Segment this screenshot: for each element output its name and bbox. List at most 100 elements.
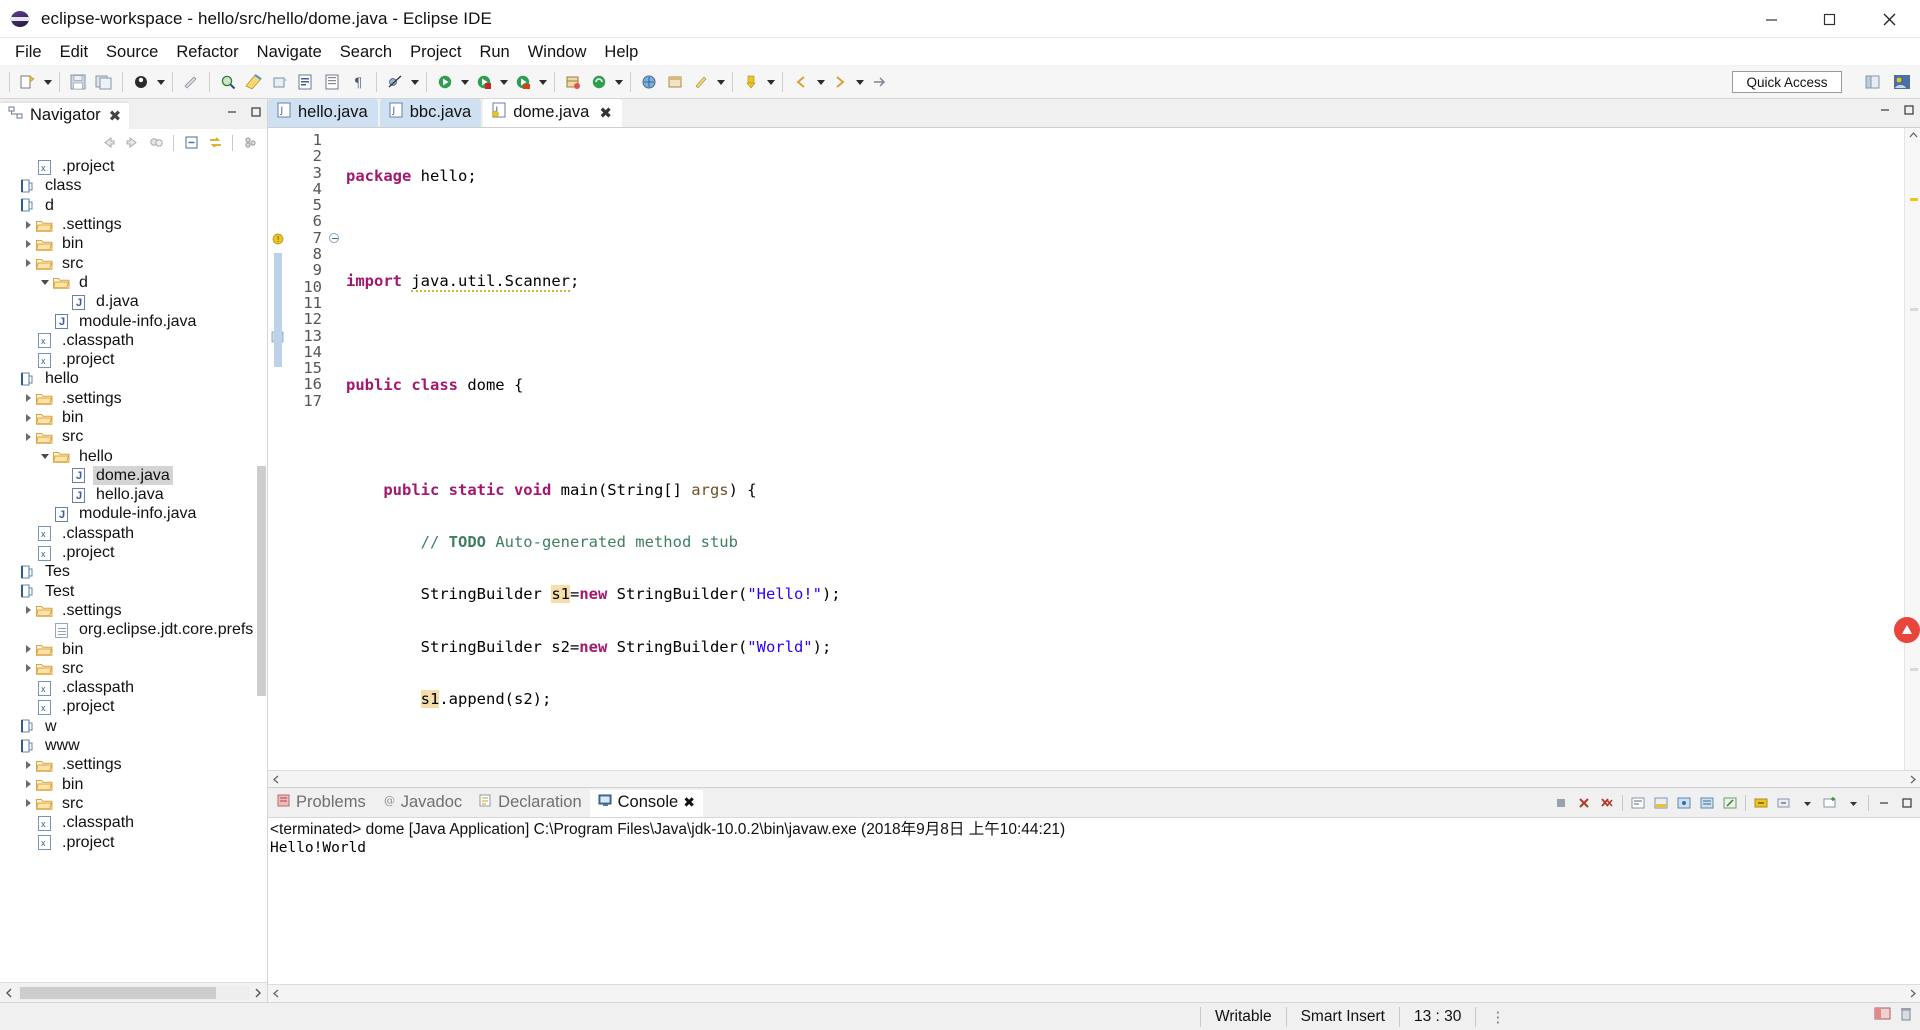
tree-twisty-icon[interactable] (21, 408, 35, 427)
forward-dropdown-icon[interactable] (853, 71, 866, 93)
print-icon[interactable] (129, 70, 153, 94)
next-annotation-dropdown-icon[interactable] (764, 71, 777, 93)
tree-twisty-icon[interactable] (21, 234, 35, 253)
tree-item[interactable]: src (0, 253, 267, 272)
open-perspective-button[interactable] (1861, 70, 1885, 94)
tree-twisty-icon[interactable] (21, 389, 35, 408)
warning-marker-icon[interactable]: ! (271, 232, 285, 246)
pin-console-icon[interactable] (1673, 792, 1695, 814)
minimize-icon[interactable] (1873, 792, 1895, 814)
tree-twisty-icon[interactable] (4, 176, 18, 195)
console-output[interactable]: <terminated> dome [Java Application] C:\… (268, 817, 1920, 984)
skip-breakpoints-dropdown-icon[interactable] (408, 71, 421, 93)
heap-status-icon[interactable] (1874, 1006, 1892, 1027)
run-dropdown-icon[interactable] (497, 71, 510, 93)
scrollbar-track[interactable] (18, 985, 249, 1000)
fold-collapse-icon[interactable] (329, 233, 339, 244)
tree-item[interactable]: x .project (0, 543, 267, 562)
tree-item[interactable]: www (0, 736, 267, 755)
tree-item[interactable]: Jd.java (0, 292, 267, 311)
tree-item[interactable]: x .project (0, 350, 267, 369)
remove-launch-icon[interactable] (1573, 792, 1595, 814)
scrollbar-thumb[interactable] (20, 986, 216, 999)
pilcrow-icon[interactable]: ¶ (346, 70, 370, 94)
maximize-icon[interactable] (249, 105, 263, 124)
tree-item[interactable]: src (0, 659, 267, 678)
scroll-right-icon[interactable] (1904, 771, 1920, 787)
pin-editor-dropdown-icon[interactable] (714, 71, 727, 93)
tree-twisty-icon[interactable] (21, 543, 35, 562)
tree-twisty-icon[interactable] (38, 447, 52, 466)
tab-problems[interactable]: Problems (268, 790, 374, 817)
tree-item[interactable]: .settings (0, 215, 267, 234)
overview-warning-mark[interactable] (1910, 198, 1918, 201)
menu-edit[interactable]: Edit (51, 39, 97, 65)
tab-console[interactable]: Console ✖ (589, 790, 703, 817)
refresh-icon[interactable] (204, 132, 226, 154)
tree-item[interactable]: d (0, 273, 267, 292)
status-more-icon[interactable]: ⋮ (1476, 1007, 1521, 1027)
editor-marker-bar[interactable]: ! (268, 128, 288, 770)
trash-icon[interactable] (1898, 1006, 1914, 1027)
print-dropdown-icon[interactable] (154, 71, 167, 93)
tree-twisty-icon[interactable] (21, 659, 35, 678)
forward-icon[interactable] (121, 132, 143, 154)
close-button[interactable] (1858, 0, 1920, 38)
maximize-icon[interactable] (1902, 103, 1916, 122)
tree-item[interactable]: hello (0, 446, 267, 465)
external-tools-dropdown-icon[interactable] (612, 71, 625, 93)
tree-item[interactable]: src (0, 427, 267, 446)
tree-item[interactable]: x .project (0, 832, 267, 851)
remove-all-launches-icon[interactable] (1596, 792, 1618, 814)
tree-twisty-icon[interactable] (21, 697, 35, 716)
back-icon[interactable] (97, 132, 119, 154)
menu-run[interactable]: Run (470, 39, 518, 65)
notification-badge[interactable] (1894, 617, 1920, 643)
back-dropdown-icon[interactable] (814, 71, 827, 93)
tree-item[interactable]: x .project (0, 697, 267, 716)
tree-twisty-icon[interactable] (38, 273, 52, 292)
close-icon[interactable]: ✖ (683, 794, 695, 811)
tree-twisty-icon[interactable] (4, 717, 18, 736)
tree-item[interactable]: class (0, 176, 267, 195)
display-selected-console-icon[interactable] (1750, 792, 1772, 814)
tree-item[interactable]: Jmodule-info.java (0, 504, 267, 523)
tree-twisty-icon[interactable] (21, 813, 35, 832)
tree-twisty-icon[interactable] (4, 562, 18, 581)
tree-item[interactable]: src (0, 794, 267, 813)
scroll-right-icon[interactable] (1904, 986, 1920, 1002)
tree-item[interactable]: x .classpath (0, 524, 267, 543)
back-icon[interactable] (789, 70, 813, 94)
coverage-icon[interactable] (511, 70, 535, 94)
link-with-editor-icon[interactable] (145, 132, 167, 154)
open-type-icon[interactable] (242, 70, 266, 94)
overview-task-mark[interactable] (1910, 308, 1918, 311)
run-icon[interactable] (472, 70, 496, 94)
debug-dropdown-icon[interactable] (458, 71, 471, 93)
console-horizontal-scrollbar[interactable] (268, 984, 1920, 1002)
new-wizard-dropdown-icon[interactable] (41, 71, 54, 93)
pin-editor-icon[interactable] (689, 70, 713, 94)
tree-twisty-icon[interactable] (21, 833, 35, 852)
tree-twisty-icon[interactable] (21, 678, 35, 697)
tab-bbc-java[interactable]: J bbc.java (379, 99, 482, 127)
tree-twisty-icon[interactable] (21, 775, 35, 794)
view-menu-icon[interactable] (239, 132, 261, 154)
skip-breakpoints-icon[interactable] (383, 70, 407, 94)
scroll-left-icon[interactable] (268, 986, 284, 1002)
close-icon[interactable]: ✖ (109, 107, 122, 125)
menu-file[interactable]: File (6, 39, 51, 65)
search-icon[interactable] (216, 70, 240, 94)
menu-window[interactable]: Window (519, 39, 596, 65)
editor-code-text[interactable]: package hello; import java.util.Scanner;… (342, 128, 1904, 770)
tree-twisty-icon[interactable] (21, 350, 35, 369)
debug-icon[interactable] (433, 70, 457, 94)
tree-item[interactable]: Tes (0, 562, 267, 581)
tab-javadoc[interactable]: @ Javadoc (374, 790, 470, 817)
tree-twisty-icon[interactable] (21, 755, 35, 774)
tree-item[interactable]: Test (0, 582, 267, 601)
editor-folding-column[interactable] (328, 128, 342, 770)
tree-item[interactable]: Jhello.java (0, 485, 267, 504)
menu-navigate[interactable]: Navigate (248, 39, 331, 65)
tree-item[interactable]: Jdome.java (0, 465, 267, 485)
